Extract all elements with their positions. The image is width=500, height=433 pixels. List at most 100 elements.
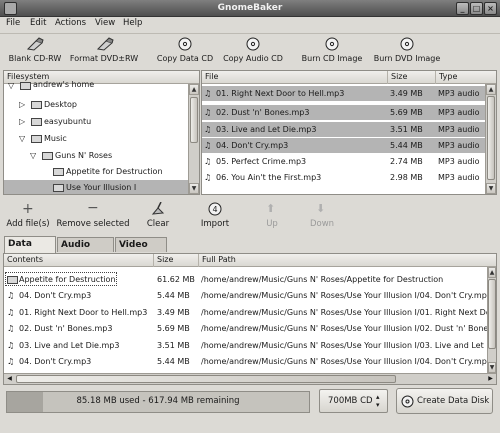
disk-hscrollbar[interactable]: ◀ ▶	[4, 373, 496, 384]
folder-icon	[31, 131, 42, 143]
blank-cdrw-button[interactable]: Blank CD-RW	[4, 34, 66, 68]
import-icon: 4	[208, 202, 222, 216]
down-button[interactable]: ⬇ Down	[306, 201, 338, 233]
scroll-left-icon[interactable]: ◀	[4, 374, 15, 384]
audio-file-icon: ♫	[204, 125, 212, 134]
column-size[interactable]: Size	[154, 254, 199, 267]
folder-icon	[42, 148, 53, 160]
tree-item-selected[interactable]: Use Your Illusion I	[4, 180, 188, 194]
audio-file-icon: ♫	[7, 357, 15, 366]
expander-open-icon[interactable]: ▽	[19, 131, 25, 146]
title-bar[interactable]: GnomeBaker _ □ ×	[0, 0, 500, 17]
remove-selected-button[interactable]: − Remove selected	[56, 201, 130, 233]
tree-item[interactable]: ▽ Music	[4, 131, 188, 146]
folder-icon	[53, 164, 64, 176]
tab-data-disk[interactable]: Data Disk	[4, 236, 56, 263]
scroll-down-icon[interactable]: ▼	[189, 183, 199, 194]
column-contents[interactable]: Contents	[4, 254, 154, 267]
tree-item[interactable]: ▽ Guns N' Roses	[4, 148, 188, 163]
format-dvdrw-button[interactable]: Format DVD±RW	[68, 34, 140, 68]
window-title: GnomeBaker	[217, 3, 283, 13]
tab-audio-disk[interactable]: Audio Disk	[57, 237, 114, 264]
disk-row[interactable]: ♫ 01. Right Next Door to Hell.mp3 3.49 M…	[4, 305, 487, 320]
burn-dvd-image-button[interactable]: Burn DVD Image	[370, 34, 444, 68]
disk-contents-header: Contents Size Full Path	[4, 254, 496, 267]
expander-open-icon[interactable]: ▽	[30, 148, 36, 163]
disk-scrollbar[interactable]: ▲ ▼	[487, 267, 496, 373]
scroll-up-icon[interactable]: ▲	[486, 84, 496, 95]
folder-icon	[7, 272, 18, 284]
tree-item[interactable]: ▷ Desktop	[4, 97, 188, 112]
remove-icon: −	[87, 200, 99, 216]
audio-file-icon: ♫	[7, 324, 15, 333]
folder-icon	[20, 78, 31, 90]
tree-item[interactable]: ▷ easyubuntu	[4, 114, 188, 129]
menu-edit[interactable]: Edit	[30, 18, 46, 28]
tree-item[interactable]: Appetite for Destruction	[4, 164, 188, 179]
disk-row[interactable]: ♫ 04. Don't Cry.mp3 5.44 MB /home/andrew…	[4, 288, 487, 303]
scroll-up-icon[interactable]: ▲	[488, 267, 496, 278]
up-button[interactable]: ⬆ Up	[260, 201, 284, 233]
scroll-thumb[interactable]	[190, 97, 198, 143]
disk-usage-bar: 85.18 MB used - 617.94 MB remaining	[6, 391, 310, 413]
file-list-header: File Size Type	[202, 71, 496, 84]
scroll-up-icon[interactable]: ▲	[189, 84, 199, 95]
copy-cd-icon	[176, 37, 194, 51]
disk-row[interactable]: Appetite for Destruction 61.62 MB /home/…	[4, 272, 487, 287]
toolbar: Blank CD-RW Format DVD±RW Copy Data CD C…	[0, 33, 500, 69]
file-list-scrollbar[interactable]: ▲ ▼	[485, 84, 496, 194]
copy-audio-cd-button[interactable]: Copy Audio CD	[219, 34, 287, 68]
audio-file-icon: ♫	[204, 108, 212, 117]
copy-data-cd-button[interactable]: Copy Data CD	[154, 34, 216, 68]
menu-help[interactable]: Help	[123, 18, 142, 28]
expander-open-icon[interactable]: ▽	[8, 78, 14, 93]
file-list: File Size Type ♫ 01. Right Next Door to …	[201, 70, 497, 195]
disk-row[interactable]: ♫ 04. Don't Cry.mp3 5.44 MB /home/andrew…	[4, 354, 487, 369]
column-full-path[interactable]: Full Path	[199, 254, 496, 267]
scroll-down-icon[interactable]: ▼	[488, 362, 496, 373]
burn-cd-image-button[interactable]: Burn CD Image	[298, 34, 366, 68]
create-data-disk-button[interactable]: Create Data Disk	[396, 388, 493, 414]
file-row[interactable]: ♫ 04. Don't Cry.mp3 5.44 MB MP3 audio	[202, 138, 485, 153]
scroll-thumb[interactable]	[487, 96, 495, 180]
scroll-down-icon[interactable]: ▼	[486, 183, 496, 194]
maximize-icon[interactable]: □	[470, 2, 483, 15]
file-row[interactable]: ♫ 05. Perfect Crime.mp3 2.74 MB MP3 audi…	[202, 154, 485, 169]
minimize-icon[interactable]: _	[456, 2, 469, 15]
add-files-button[interactable]: + Add file(s)	[4, 201, 52, 233]
folder-icon	[31, 114, 42, 126]
close-icon[interactable]: ×	[484, 2, 497, 15]
audio-file-icon: ♫	[7, 291, 15, 300]
disk-size-select[interactable]: 700MB CD ▴ ▾	[319, 389, 388, 413]
file-row[interactable]: ♫ 06. You Ain't the First.mp3 2.98 MB MP…	[202, 170, 485, 185]
import-button[interactable]: 4 Import	[197, 201, 233, 233]
broom-icon	[151, 202, 165, 215]
svg-text:4: 4	[212, 205, 217, 214]
menu-view[interactable]: View	[95, 18, 115, 28]
tree-scrollbar[interactable]: ▲ ▼	[188, 84, 199, 194]
disk-row[interactable]: ♫ 02. Dust 'n' Bones.mp3 5.69 MB /home/a…	[4, 321, 487, 336]
menu-actions[interactable]: Actions	[55, 18, 86, 28]
expander-closed-icon[interactable]: ▷	[19, 97, 25, 112]
scroll-right-icon[interactable]: ▶	[485, 374, 496, 384]
clear-button[interactable]: Clear	[142, 201, 174, 233]
tree-item[interactable]: ▽ andrew's home	[4, 80, 188, 95]
menu-file[interactable]: File	[6, 18, 20, 28]
expander-closed-icon[interactable]: ▷	[19, 114, 25, 129]
file-row[interactable]: ♫ 01. Right Next Door to Hell.mp3 3.49 M…	[202, 86, 485, 101]
scroll-thumb[interactable]	[488, 279, 496, 349]
folder-icon	[31, 97, 42, 109]
add-icon: +	[22, 201, 34, 217]
column-size[interactable]: Size	[388, 71, 436, 84]
audio-file-icon: ♫	[204, 89, 212, 98]
column-file[interactable]: File	[202, 71, 388, 84]
scroll-thumb[interactable]	[16, 375, 396, 383]
up-arrow-icon: ⬆	[266, 202, 276, 215]
file-row[interactable]: ♫ 02. Dust 'n' Bones.mp3 5.69 MB MP3 aud…	[202, 105, 485, 120]
file-row[interactable]: ♫ 03. Live and Let Die.mp3 3.51 MB MP3 a…	[202, 122, 485, 137]
tab-video-cd[interactable]: Video CD	[115, 237, 167, 264]
disk-row[interactable]: ♫ 03. Live and Let Die.mp3 3.51 MB /home…	[4, 338, 487, 353]
column-type[interactable]: Type	[436, 71, 488, 84]
disk-contents: Contents Size Full Path Appetite for Des…	[3, 253, 497, 385]
audio-file-icon: ♫	[204, 173, 212, 182]
